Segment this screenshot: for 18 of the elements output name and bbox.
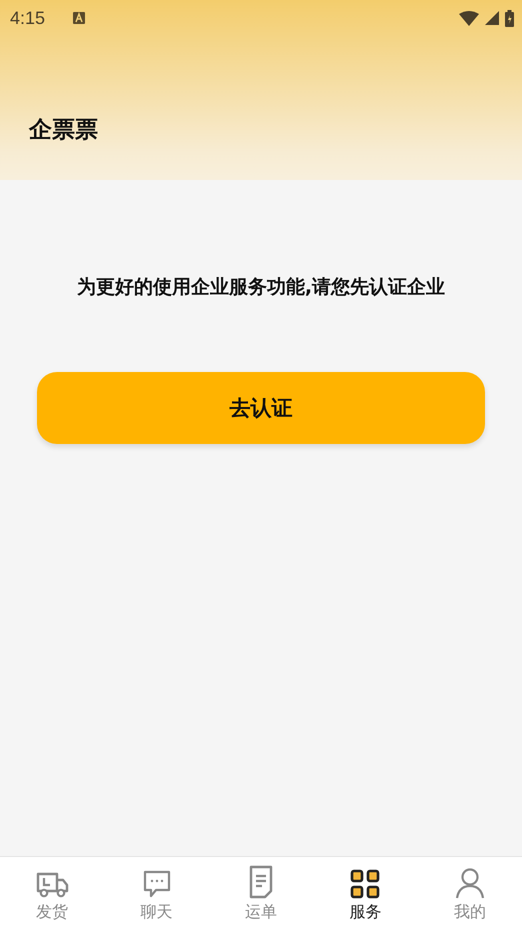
truck-icon bbox=[35, 871, 70, 899]
grid-icon bbox=[350, 869, 380, 899]
tab-item[interactable]: 服务 bbox=[313, 857, 418, 929]
tab-item[interactable]: 发货 bbox=[0, 857, 104, 929]
page-title: 企票票 bbox=[29, 116, 98, 145]
tab-item[interactable]: 运单 bbox=[208, 857, 314, 929]
notification-icon bbox=[73, 12, 86, 24]
tab-item[interactable]: 聊天 bbox=[104, 857, 209, 929]
verify-button[interactable]: 去认证 bbox=[37, 372, 485, 444]
status-time: 4:15 bbox=[10, 8, 46, 28]
signal-icon bbox=[485, 11, 499, 25]
wifi-icon bbox=[459, 10, 479, 26]
chat-icon bbox=[142, 869, 172, 899]
verification-message: 为更好的使用企业服务功能,请您先认证企业 bbox=[76, 275, 446, 300]
document-icon bbox=[248, 865, 274, 899]
tab-item[interactable]: 我的 bbox=[418, 857, 522, 929]
battery-icon bbox=[505, 10, 514, 26]
person-icon bbox=[454, 867, 485, 899]
